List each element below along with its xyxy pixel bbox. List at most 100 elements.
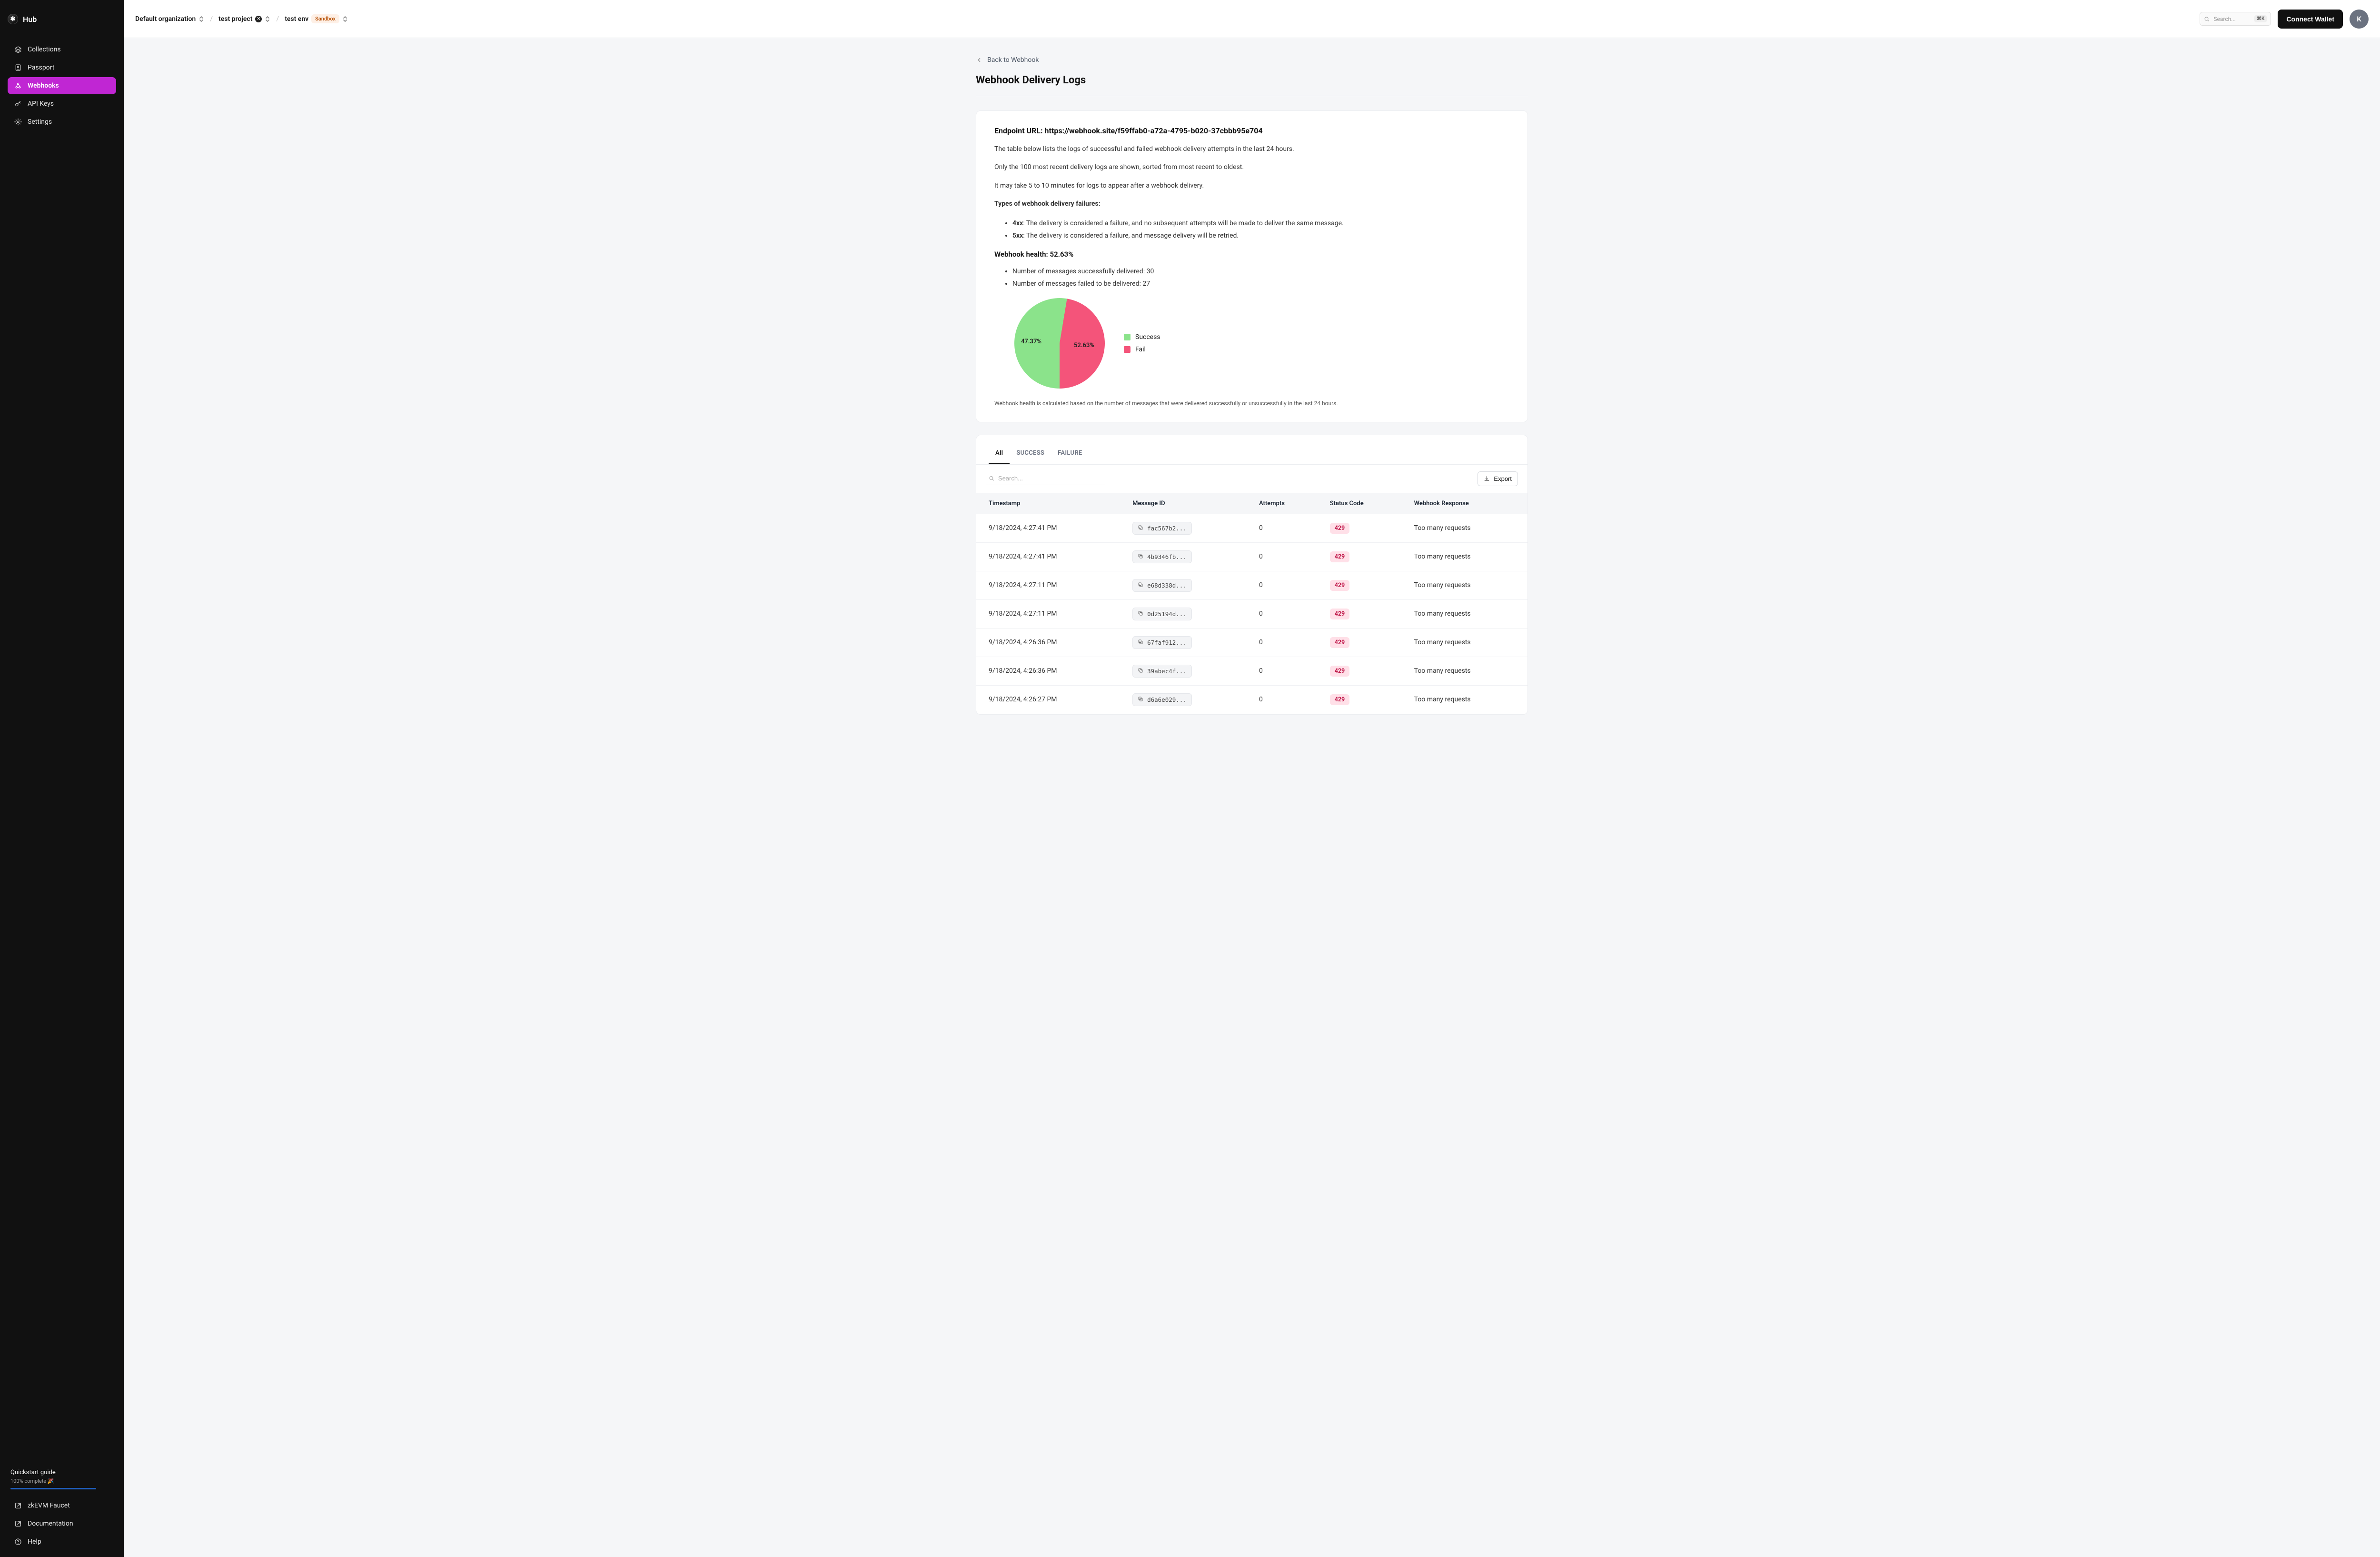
sidebar-item-label: Webhooks [28,82,59,90]
message-id-chip[interactable]: 4b9346fb... [1132,550,1192,563]
cell-message-id: d6a6e029... [1124,685,1250,714]
copy-icon [1138,553,1143,560]
search-icon [989,475,994,481]
failure-4xx-text: : The delivery is considered a failure, … [1023,220,1343,227]
tab-all[interactable]: All [989,444,1010,464]
table-row[interactable]: 9/18/2024, 4:26:36 PM 67faf912... 0 429 Too … [976,628,1527,657]
health-chart: 52.63% 47.37% Success Fail [1014,298,1509,389]
chevron-updown-icon [342,15,348,23]
copy-icon [1138,696,1143,703]
table-row[interactable]: 9/18/2024, 4:27:11 PMe68d338d...0429Too … [976,571,1527,599]
status-badge: 429 [1330,637,1350,648]
cell-timestamp: 9/18/2024, 4:26:36 PM [976,628,1124,657]
cell-response: Too many requests [1406,599,1527,628]
pie-label-fail: 47.37% [1021,338,1041,345]
cell-attempts: 0 [1250,628,1321,657]
footnote: Webhook health is calculated based on th… [994,400,1509,407]
copy-icon [1138,639,1143,646]
success-count-label: Number of messages successfully delivere… [1012,268,1147,275]
global-search[interactable]: Search... ⌘K [2200,12,2271,26]
sidebar-bottom-help[interactable]: Help [8,1533,116,1550]
cell-message-id: fac567b2... [1124,514,1250,542]
cell-attempts: 0 [1250,599,1321,628]
cell-timestamp: 9/18/2024, 4:27:11 PM [976,571,1124,599]
breadcrumb-sep: / [210,15,213,23]
breadcrumb-project-label: test project [218,15,252,23]
back-link[interactable]: Back to Webhook [976,56,1528,64]
failure-4xx: 4xx: The delivery is considered a failur… [1012,217,1509,230]
sidebar-bottom-zkevm-faucet[interactable]: zkEVM Faucet [8,1497,116,1514]
logs-card: AllSUCCESSFAILURE Export TimestampMessag… [976,435,1528,715]
status-badge: 429 [1330,551,1350,562]
sidebar-item-passport[interactable]: Passport [8,59,116,76]
col-webhook-response: Webhook Response [1406,493,1527,514]
connect-wallet-button[interactable]: Connect Wallet [2278,10,2343,29]
sidebar-item-settings[interactable]: Settings [8,113,116,130]
table-row[interactable]: 9/18/2024, 4:27:41 PMfac567b2...0429Too … [976,514,1527,542]
sidebar-item-label: Help [28,1538,41,1546]
col-message-id: Message ID [1124,493,1250,514]
gear-icon [14,118,22,126]
fail-count: Number of messages failed to be delivere… [1012,278,1509,290]
sidebar: ✱ Hub CollectionsPassport Webhooks API Key… [0,0,124,1557]
table-search[interactable] [986,472,1105,485]
table-row[interactable]: 9/18/2024, 4:26:36 PM39abec4f...0429Too … [976,657,1527,685]
pie-label-success: 52.63% [1074,342,1094,349]
export-button[interactable]: Export [1478,471,1518,486]
message-id-text: 67faf912... [1147,639,1187,646]
endpoint-heading: Endpoint URL: https://webhook.site/f59ff… [994,126,1509,135]
table-row[interactable]: 9/18/2024, 4:27:41 PM4b9346fb...0429Too … [976,542,1527,571]
message-id-chip[interactable]: fac567b2... [1132,522,1192,535]
project-badge-icon: ✕ [255,16,262,22]
message-id-chip[interactable]: 0d25194d... [1132,608,1192,620]
message-id-chip[interactable]: e68d338d... [1132,579,1192,592]
sidebar-bottom-documentation[interactable]: Documentation [8,1515,116,1532]
col-attempts: Attempts [1250,493,1321,514]
breadcrumb-org[interactable]: Default organization [135,15,204,23]
status-badge: 429 [1330,580,1350,591]
avatar[interactable]: K [2350,10,2369,29]
message-id-text: 0d25194d... [1147,610,1187,618]
sidebar-item-webhooks[interactable]: Webhooks [8,77,116,94]
status-badge: 429 [1330,694,1350,705]
cell-response: Too many requests [1406,628,1527,657]
brand[interactable]: ✱ Hub [0,0,124,38]
legend-swatch-success-icon [1124,334,1130,340]
tab-failure[interactable]: FAILURE [1051,444,1089,464]
cell-message-id: 0d25194d... [1124,599,1250,628]
table-body: 9/18/2024, 4:27:41 PMfac567b2...0429Too … [976,514,1527,714]
message-id-chip[interactable]: 39abec4f... [1132,665,1192,678]
breadcrumb-sep: / [276,15,279,23]
external-icon [14,1520,22,1527]
breadcrumb-env[interactable]: test env Sandbox [285,14,348,23]
breadcrumb-project[interactable]: test project ✕ [218,15,270,23]
table-row[interactable]: 9/18/2024, 4:26:27 PMd6a6e029...0429Too … [976,685,1527,714]
success-count: Number of messages successfully delivere… [1012,265,1509,278]
external-icon [14,1502,22,1509]
cell-response: Too many requests [1406,685,1527,714]
sidebar-item-api-keys[interactable]: API Keys [8,95,116,112]
failures-heading: Types of webhook delivery failures: [994,199,1509,209]
table-row[interactable]: 9/18/2024, 4:27:11 PM0d25194d...0429Too … [976,599,1527,628]
tabs: AllSUCCESSFAILURE [976,444,1527,465]
webhook-health-value: 52.63% [1050,250,1073,259]
message-id-text: e68d338d... [1147,582,1187,589]
info-p1: The table below lists the logs of succes… [994,144,1509,154]
tab-success[interactable]: SUCCESS [1010,444,1051,464]
breadcrumb-org-label: Default organization [135,15,196,23]
message-id-chip[interactable]: d6a6e029... [1132,693,1192,706]
sidebar-item-collections[interactable]: Collections [8,41,116,58]
quickstart-card[interactable]: Quickstart guide 100% complete 🎉 [0,1462,124,1494]
cell-status: 429 [1321,542,1406,571]
pie-chart: 52.63% 47.37% [1014,298,1105,389]
failure-4xx-code: 4xx [1012,220,1023,227]
message-id-chip[interactable]: 67faf912... [1132,636,1192,649]
copy-icon [1138,610,1143,618]
info-card: Endpoint URL: https://webhook.site/f59ff… [976,110,1528,422]
copy-icon [1138,582,1143,589]
table-toolbar: Export [976,465,1527,493]
failures-list: 4xx: The delivery is considered a failur… [1012,217,1509,242]
status-badge: 429 [1330,609,1350,619]
copy-icon [1138,525,1143,532]
table-search-input[interactable] [998,475,1102,482]
